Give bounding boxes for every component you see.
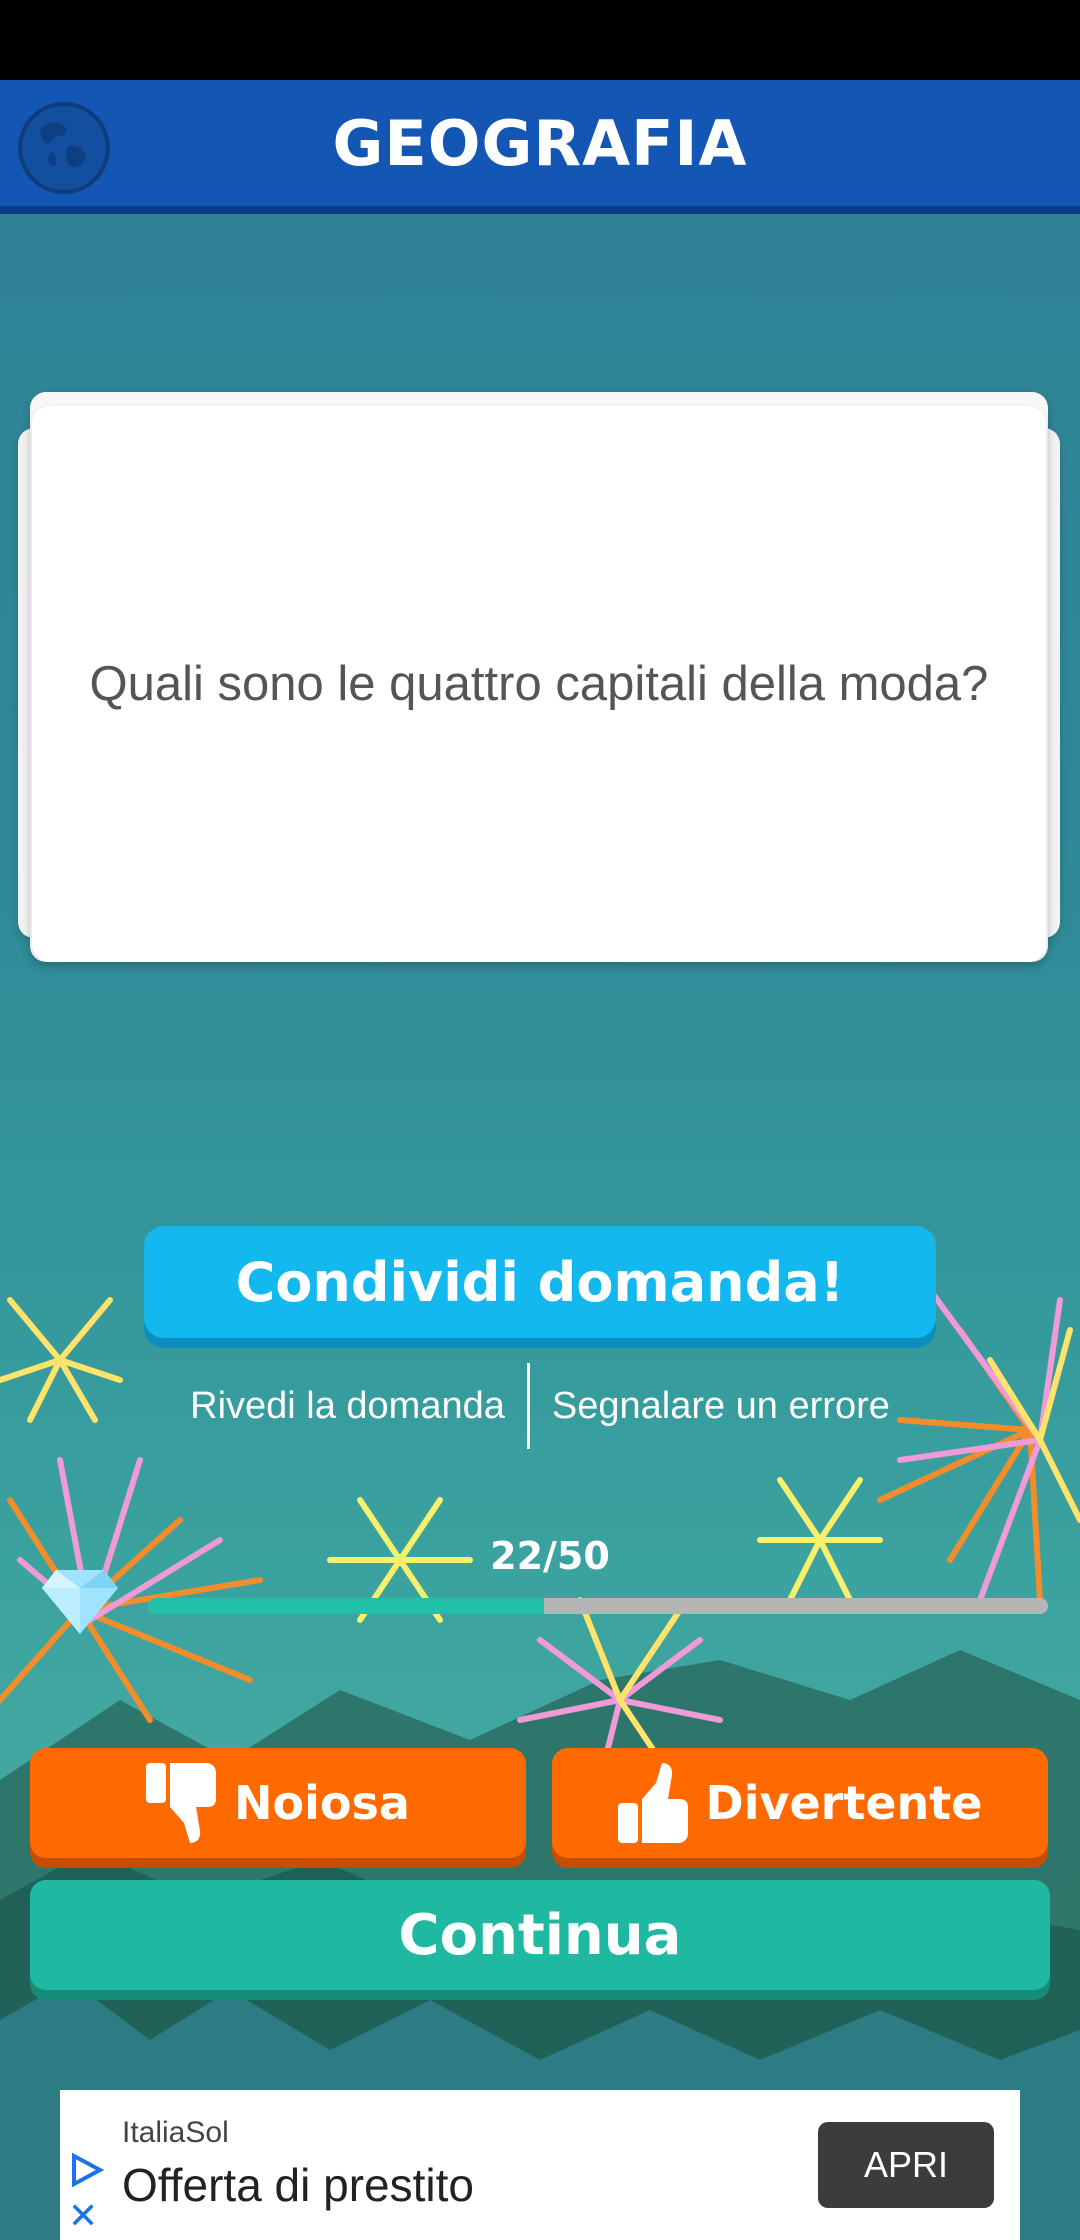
progress-bar — [148, 1598, 1048, 1614]
boring-button[interactable]: Noiosa — [30, 1748, 526, 1858]
thumbs-up-icon — [617, 1763, 688, 1843]
question-text: Quali sono le quattro capitali della mod… — [89, 657, 989, 711]
status-bar — [0, 0, 1080, 80]
review-question-link[interactable]: Rivedi la domanda — [190, 1385, 505, 1428]
fun-label: Divertente — [705, 1776, 983, 1830]
link-separator — [526, 1363, 530, 1449]
question-card: Quali sono le quattro capitali della mod… — [32, 406, 1046, 962]
continue-button[interactable]: Continua — [30, 1880, 1050, 1990]
question-card-stack: Quali sono le quattro capitali della mod… — [18, 392, 1062, 982]
category-header: GEOGRAFIA — [0, 80, 1080, 214]
report-error-link[interactable]: Segnalare un errore — [552, 1385, 890, 1428]
thumbs-down-icon — [146, 1763, 217, 1843]
ad-brand: ItaliaSol — [122, 2116, 229, 2149]
ad-title[interactable]: Offerta di prestito — [122, 2158, 474, 2212]
diamond-icon — [42, 1570, 118, 1634]
question-links: Rivedi la domanda Segnalare un errore — [150, 1362, 930, 1450]
progress-fill — [148, 1598, 544, 1614]
globe-icon — [18, 102, 110, 194]
progress-counter: 22/50 — [490, 1534, 610, 1578]
boring-label: Noiosa — [234, 1776, 410, 1830]
ad-choices-icon[interactable] — [68, 2152, 104, 2188]
fun-button[interactable]: Divertente — [552, 1748, 1048, 1858]
ad-banner[interactable]: ✕ ItaliaSol Offerta di prestito APRI — [60, 2090, 1020, 2240]
ad-close-icon[interactable]: ✕ — [68, 2196, 98, 2237]
ad-open-button[interactable]: APRI — [818, 2122, 994, 2208]
share-question-button[interactable]: Condividi domanda! — [144, 1226, 936, 1338]
category-title: GEOGRAFIA — [332, 106, 748, 180]
